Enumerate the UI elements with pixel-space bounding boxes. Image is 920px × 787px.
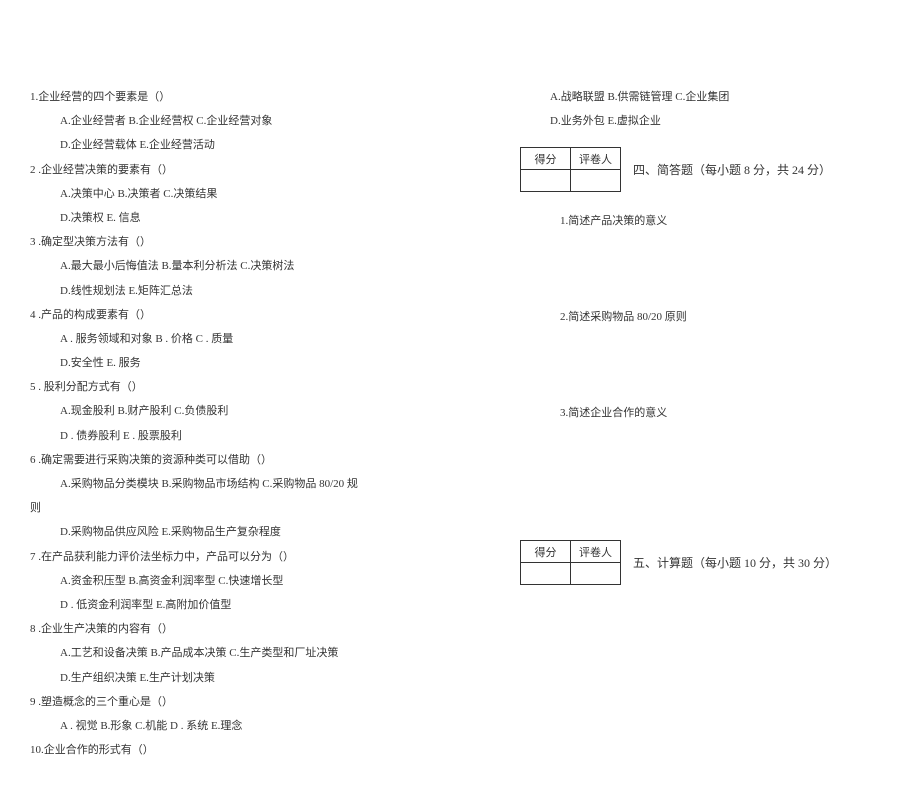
question-8-options-b: D.生产组织决策 E.生产计划决策 [30,666,460,690]
question-3: 3 .确定型决策方法有（） [30,230,460,254]
question-2: 2 .企业经营决策的要素有（） [30,158,460,182]
question-10-options-a: A.战略联盟 B.供需链管理 C.企业集团 [520,85,860,109]
short-answer-2: 2.简述采购物品 80/20 原则 [520,308,860,324]
score-header-score-5: 得分 [521,541,571,563]
question-5-options-a: A.现金股利 B.财产股利 C.负债股利 [30,399,460,423]
score-cell-empty-5 [521,563,571,585]
question-6-rule: 则 [30,496,460,520]
section-5-header: 得分 评卷人 五、计算题（每小题 10 分，共 30 分） [520,540,860,585]
question-8: 8 .企业生产决策的内容有（） [30,617,460,641]
question-1-options-b: D.企业经营载体 E.企业经营活动 [30,133,460,157]
short-answer-3: 3.简述企业合作的意义 [520,404,860,420]
score-cell-empty [521,170,571,192]
question-1: 1.企业经营的四个要素是（） [30,85,460,109]
question-5: 5 . 股利分配方式有（） [30,375,460,399]
section-4-title: 四、简答题（每小题 8 分，共 24 分） [633,161,831,178]
short-answer-1: 1.简述产品决策的意义 [520,212,860,228]
question-5-options-b: D . 债券股利 E . 股票股利 [30,424,460,448]
page-columns: 1.企业经营的四个要素是（） A.企业经营者 B.企业经营权 C.企业经营对象 … [30,85,890,762]
question-7-options-b: D . 低资金利润率型 E.高附加价值型 [30,593,460,617]
score-header-grader-5: 评卷人 [571,541,621,563]
left-column: 1.企业经营的四个要素是（） A.企业经营者 B.企业经营权 C.企业经营对象 … [30,85,460,762]
question-8-options-a: A.工艺和设备决策 B.产品成本决策 C.生产类型和厂址决策 [30,641,460,665]
question-7-options-a: A.资金积压型 B.高资金利润率型 C.快速增长型 [30,569,460,593]
question-3-options-a: A.最大最小后悔值法 B.量本利分析法 C.决策树法 [30,254,460,278]
question-2-options-a: A.决策中心 B.决策者 C.决策结果 [30,182,460,206]
grader-cell-empty [571,170,621,192]
question-9-options-a: A . 视觉 B.形象 C.机能 D . 系统 E.理念 [30,714,460,738]
score-box-5: 得分 评卷人 [520,540,621,585]
right-column: A.战略联盟 B.供需链管理 C.企业集团 D.业务外包 E.虚拟企业 得分 评… [520,85,860,762]
question-4-options-a: A . 服务领域和对象 B . 价格 C . 质量 [30,327,460,351]
score-box-4: 得分 评卷人 [520,147,621,192]
question-9: 9 .塑造概念的三个重心是（） [30,690,460,714]
grader-cell-empty-5 [571,563,621,585]
question-4: 4 .产品的构成要素有（） [30,303,460,327]
question-1-options-a: A.企业经营者 B.企业经营权 C.企业经营对象 [30,109,460,133]
question-7: 7 .在产品获利能力评价法坐标力中，产品可以分为（） [30,545,460,569]
question-10-options-b: D.业务外包 E.虚拟企业 [520,109,860,133]
section-5-title: 五、计算题（每小题 10 分，共 30 分） [633,554,837,571]
score-header-grader: 评卷人 [571,148,621,170]
section-4-header: 得分 评卷人 四、简答题（每小题 8 分，共 24 分） [520,147,860,192]
question-4-options-b: D.安全性 E. 服务 [30,351,460,375]
question-2-options-b: D.决策权 E. 信息 [30,206,460,230]
question-10: 10.企业合作的形式有（） [30,738,460,762]
score-header-score: 得分 [521,148,571,170]
question-6-options-b: D.采购物品供应风险 E.采购物品生产复杂程度 [30,520,460,544]
question-6: 6 .确定需要进行采购决策的资源种类可以借助（） [30,448,460,472]
question-3-options-b: D.线性规划法 E.矩阵汇总法 [30,279,460,303]
question-6-options-a: A.采购物品分类模块 B.采购物品市场结构 C.采购物品 80/20 规 [30,472,460,496]
